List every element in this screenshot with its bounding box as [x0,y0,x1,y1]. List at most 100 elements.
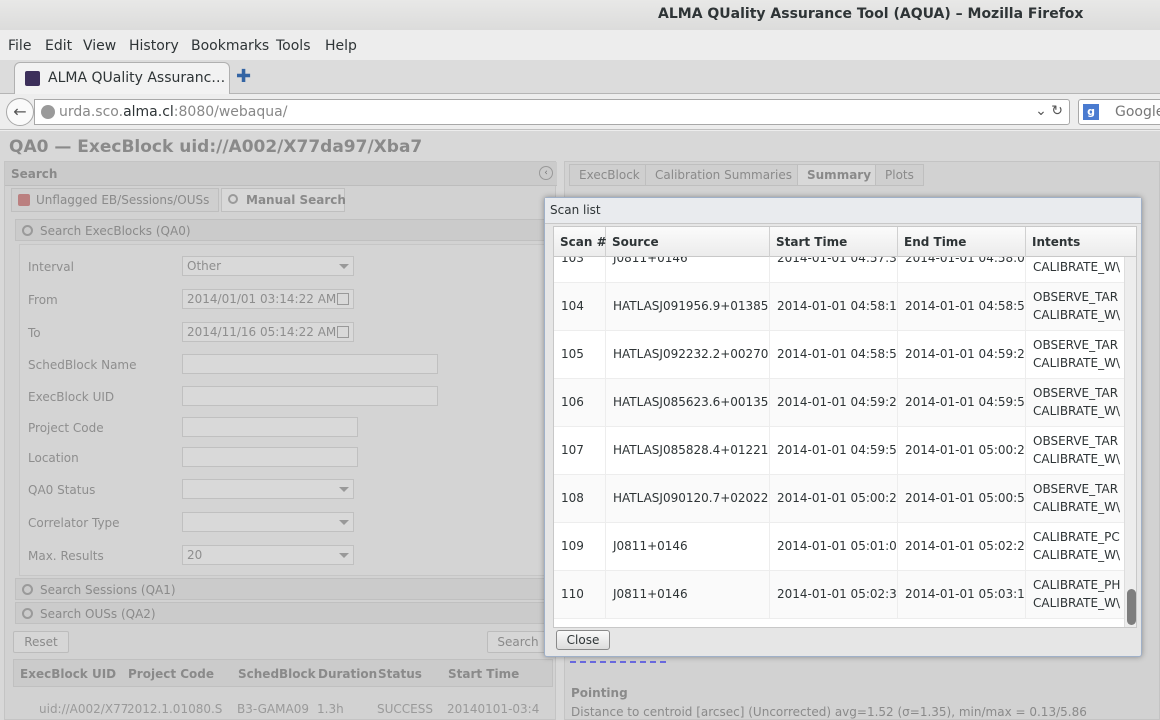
max-results-label: Max. Results [28,549,104,563]
menu-history[interactable]: History [129,38,179,54]
col-end-time[interactable]: End Time [898,227,1026,257]
schedblock-field[interactable] [182,354,438,374]
collapse-icon[interactable]: ‹ [539,166,553,180]
end-time-cell: 2014-01-01 05:00:26 [898,427,1026,475]
intents-cell: OBSERVE_TAR CALIBRATE_W\ [1033,338,1120,370]
menu-edit[interactable]: Edit [45,38,72,54]
browser-tab-title: ALMA QUality Assuranc… [48,70,226,86]
execblock-uid-label: ExecBlock UID [28,390,115,404]
intents-cell: OBSERVE_TAR CALIBRATE_W\ [1033,434,1120,466]
dialog-titlebar[interactable]: Scan list [545,198,1141,224]
intents-cell: OBSERVE_TAR CALIBRATE_W\ [1033,290,1120,322]
calendar-icon[interactable] [337,326,349,338]
section-search-sessions[interactable]: Search Sessions (QA1) [15,578,551,600]
project-code-field[interactable] [182,417,358,437]
end-time-cell: 2014-01-01 04:58:50 [898,283,1026,331]
correlator-label: Correlator Type [28,516,120,530]
table-row[interactable]: 106 HATLASJ085623.6+001352 2014-01-01 04:5… [554,379,1124,427]
table-row[interactable]: 108 HATLASJ090120.7+020223 2014-01-01 05:0… [554,475,1124,523]
scan-number-cell: 103 [554,257,606,283]
col-start-time[interactable]: Start Time [448,667,519,681]
table-row[interactable]: 104 HATLASJ091956.9+013852 2014-01-01 04:5… [554,283,1124,331]
col-project-code[interactable]: Project Code [128,667,214,681]
from-label: From [28,293,58,307]
source-cell: HATLASJ091956.9+013852 [606,283,770,331]
intents-cell: CALIBRATE_PC CALIBRATE_W\ [1033,530,1120,562]
calendar-icon[interactable] [337,293,349,305]
end-time-cell: 2014-01-01 05:00:58 [898,475,1026,523]
table-row[interactable]: 103 J0811+0146 2014-01-01 04:57:35 2014-01-… [554,257,1124,283]
scan-number-cell: 110 [554,571,606,619]
url-bar[interactable]: urda.sco.alma.cl:8080/webaqua/ ⌄ ↻ [34,99,1070,125]
col-start-time[interactable]: Start Time [770,227,898,257]
col-status[interactable]: Status [378,667,422,681]
source-cell: HATLASJ090120.7+020223 [606,475,770,523]
intents-cell: OBSERVE_TAR CALIBRATE_W\ [1033,482,1120,514]
tab-plots[interactable]: Plots [875,164,924,186]
reset-button[interactable]: Reset [13,631,69,653]
scan-list-header: Scan # Source Start Time End Time Intent… [554,227,1136,257]
col-intents[interactable]: Intents [1026,227,1136,257]
scrollbar[interactable] [1124,257,1136,627]
to-label: To [28,326,41,340]
correlator-select[interactable] [182,512,354,532]
tab-execblock[interactable]: ExecBlock [569,164,650,186]
menu-file[interactable]: File [8,38,31,54]
gear-icon [22,225,33,236]
table-row[interactable]: 105 HATLASJ092232.2+002708 2014-01-01 04:5… [554,331,1124,379]
scan-number-cell: 107 [554,427,606,475]
google-icon[interactable]: g [1083,104,1099,120]
search-engine-box[interactable]: g Google [1078,99,1160,125]
navigation-bar: ← urda.sco.alma.cl:8080/webaqua/ ⌄ ↻ g G… [0,94,1160,130]
col-execblock-uid[interactable]: ExecBlock UID [20,667,116,681]
tab-summary[interactable]: Summary [797,164,882,186]
scrollbar-thumb[interactable] [1127,589,1136,625]
back-button[interactable]: ← [6,98,34,126]
menu-help[interactable]: Help [325,38,357,54]
end-time-cell: 2014-01-01 04:58:09 [898,257,1026,283]
interval-select[interactable]: Other [182,256,354,276]
divider [570,661,666,663]
col-source[interactable]: Source [606,227,770,257]
qa0-status-select[interactable] [182,479,354,499]
section-search-execblocks[interactable]: Search ExecBlocks (QA0) [15,219,551,241]
col-duration[interactable]: Duration [318,667,377,681]
menu-bookmarks[interactable]: Bookmarks [191,38,269,54]
browser-tab[interactable]: ALMA QUality Assuranc… [14,62,230,94]
tab-calibration-summaries[interactable]: Calibration Summaries [645,164,802,186]
source-cell: HATLASJ085828.4+012211 [606,427,770,475]
to-date-field[interactable]: 2014/11/16 05:14:22 AM [182,322,354,342]
col-scan-number[interactable]: Scan # [554,227,607,257]
col-schedblock[interactable]: SchedBlock [238,667,316,681]
tab-unflagged[interactable]: Unflagged EB/Sessions/OUSs [11,188,219,212]
table-row[interactable]: 110 J0811+0146 2014-01-01 05:02:34 2014-01-… [554,571,1124,619]
location-field[interactable] [182,447,358,467]
max-results-select[interactable]: 20 [182,545,354,565]
tab-manual-search[interactable]: Manual Search [221,188,346,212]
table-row[interactable]: uid://A002/X77 2012.1.01080.S B3-GAMA09 … [13,688,553,720]
reload-icon[interactable]: ↻ [1051,103,1063,119]
url-actions: ⌄ ↻ [1035,103,1063,119]
chevron-down-icon[interactable]: ⌄ [1035,103,1047,119]
table-row[interactable]: 109 J0811+0146 2014-01-01 05:01:08 2014-01-… [554,523,1124,571]
list-icon [22,608,33,619]
plus-icon[interactable]: ✚ [236,66,251,87]
section-search-ouss[interactable]: Search OUSs (QA2) [15,602,551,624]
window-title: ALMA QUality Assurance Tool (AQUA) – Moz… [658,6,1084,22]
results-table-header: ExecBlock UID Project Code SchedBlock Du… [13,659,553,687]
table-row[interactable]: 107 HATLASJ085828.4+012211 2014-01-01 04:5… [554,427,1124,475]
close-button[interactable]: Close [556,630,610,650]
chevron-down-icon [339,264,349,269]
source-cell: J0811+0146 [606,571,770,619]
start-time-cell: 2014-01-01 04:57:35 [770,257,898,283]
favicon-icon [25,71,40,86]
menu-bar: File Edit View History Bookmarks Tools H… [0,30,1160,60]
chevron-down-icon [339,553,349,558]
from-date-field[interactable]: 2014/01/01 03:14:22 AM [182,289,354,309]
search-panel-header: Search ‹ [5,162,557,186]
execblock-uid-field[interactable] [182,386,438,406]
chevron-down-icon [339,487,349,492]
menu-view[interactable]: View [83,38,116,54]
menu-tools[interactable]: Tools [276,38,311,54]
search-button[interactable]: Search [487,631,549,653]
